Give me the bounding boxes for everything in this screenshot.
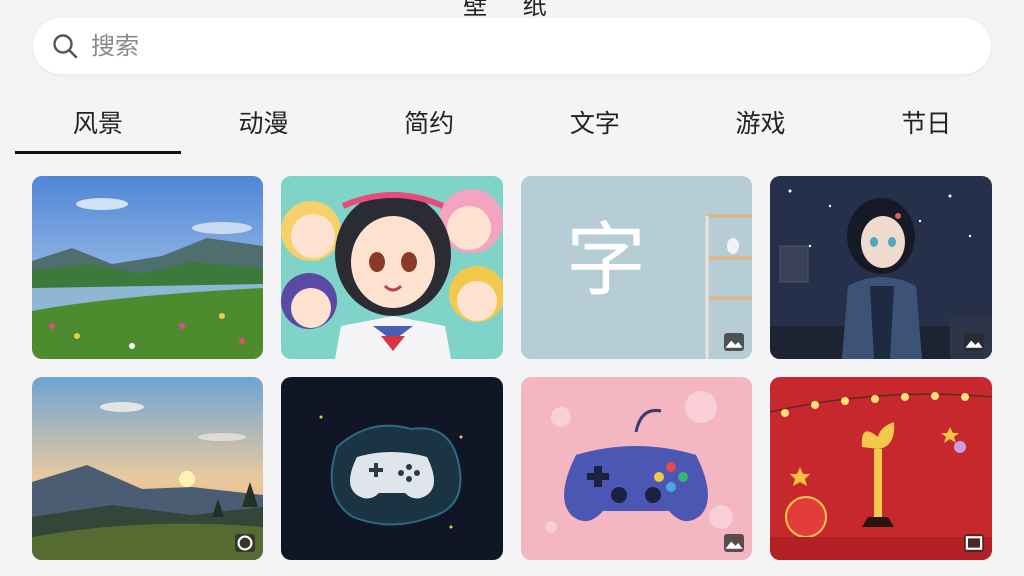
landscape-lake-image [32,176,263,359]
wallpaper-glyph: 字 [566,214,646,307]
wallpaper-card-anime-girls[interactable] [281,176,503,359]
search-input[interactable] [89,31,953,61]
wallpaper-card-game-pink[interactable] [521,377,752,560]
search-bar[interactable] [33,18,991,74]
image-type-icon [724,534,744,552]
search-icon [51,32,79,60]
tab-anime[interactable]: 动漫 [181,100,347,156]
wallpaper-card-anime-night[interactable] [770,176,992,359]
wallpaper-card-mountain-sunset[interactable] [32,377,263,560]
tab-festival[interactable]: 节日 [843,100,1009,156]
wallpaper-card-festival[interactable] [770,377,992,560]
category-tabs: 风景 动漫 简约 文字 游戏 节日 [15,100,1009,156]
image-type-icon [964,333,984,351]
wallpaper-card-landscape-lake[interactable] [32,176,263,359]
image-type-icon [235,534,255,552]
anime-night-image [770,176,992,359]
image-type-icon [964,534,984,552]
game-glow-image [281,377,503,560]
tab-minimal[interactable]: 简约 [346,100,512,156]
anime-girls-image [281,176,503,359]
game-pink-image [521,377,752,560]
tab-games[interactable]: 游戏 [678,100,844,156]
wallpaper-grid: 字 [32,176,993,560]
tab-text[interactable]: 文字 [512,100,678,156]
wallpaper-card-game-glow[interactable] [281,377,503,560]
festival-image [770,377,992,560]
wallpaper-card-minimal-text[interactable]: 字 [521,176,752,359]
tab-scenery[interactable]: 风景 [15,100,181,156]
minimal-text-image: 字 [521,176,752,359]
mountain-sunset-image [32,377,263,560]
image-type-icon [724,333,744,351]
